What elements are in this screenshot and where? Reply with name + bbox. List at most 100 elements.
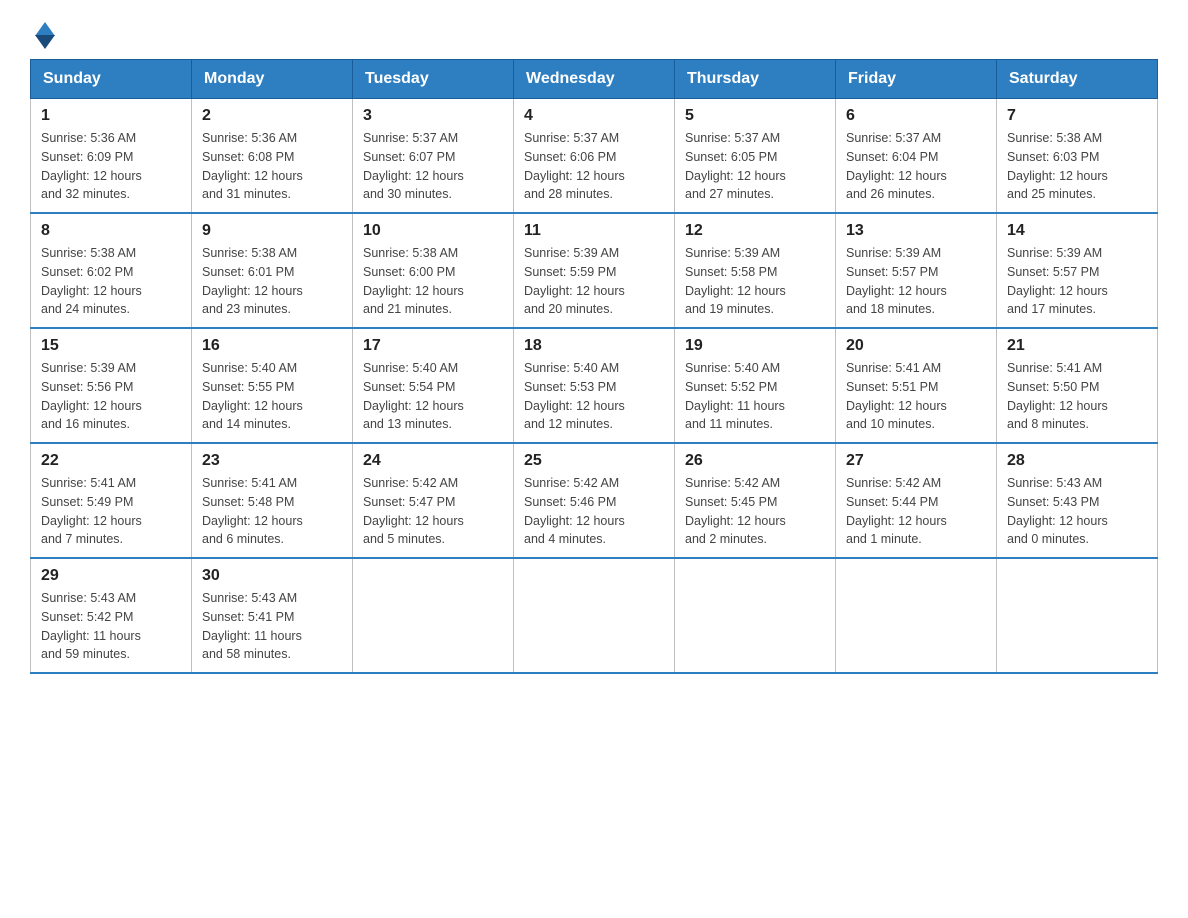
calendar-cell: 20 Sunrise: 5:41 AMSunset: 5:51 PMDayligh… — [836, 328, 997, 443]
day-info: Sunrise: 5:39 AMSunset: 5:57 PMDaylight:… — [1007, 244, 1147, 319]
week-row-1: 1 Sunrise: 5:36 AMSunset: 6:09 PMDaylight… — [31, 99, 1158, 214]
calendar-cell: 10Sunrise: 5:38 AMSunset: 6:00 PMDayligh… — [353, 213, 514, 328]
day-info: Sunrise: 5:42 AMSunset: 5:44 PMDaylight:… — [846, 474, 986, 549]
day-number: 22 — [41, 452, 181, 470]
calendar-cell: 25 Sunrise: 5:42 AMSunset: 5:46 PMDayligh… — [514, 443, 675, 558]
day-number: 12 — [685, 222, 825, 240]
day-info: Sunrise: 5:37 AMSunset: 6:05 PMDaylight:… — [685, 129, 825, 204]
calendar-cell: 12 Sunrise: 5:39 AMSunset: 5:58 PMDayligh… — [675, 213, 836, 328]
day-info: Sunrise: 5:40 AMSunset: 5:53 PMDaylight:… — [524, 359, 664, 434]
weekday-header-friday: Friday — [836, 60, 997, 99]
day-number: 6 — [846, 107, 986, 125]
calendar-cell: 14 Sunrise: 5:39 AMSunset: 5:57 PMDayligh… — [997, 213, 1158, 328]
day-number: 23 — [202, 452, 342, 470]
calendar-cell: 3 Sunrise: 5:37 AMSunset: 6:07 PMDaylight… — [353, 99, 514, 214]
calendar-cell: 13Sunrise: 5:39 AMSunset: 5:57 PMDayligh… — [836, 213, 997, 328]
day-number: 30 — [202, 567, 342, 585]
calendar-cell — [675, 558, 836, 673]
calendar-cell: 16 Sunrise: 5:40 AMSunset: 5:55 PMDayligh… — [192, 328, 353, 443]
page-header — [30, 20, 1158, 49]
day-number: 14 — [1007, 222, 1147, 240]
weekday-header-thursday: Thursday — [675, 60, 836, 99]
week-row-3: 15 Sunrise: 5:39 AMSunset: 5:56 PMDayligh… — [31, 328, 1158, 443]
calendar-table: SundayMondayTuesdayWednesdayThursdayFrid… — [30, 59, 1158, 674]
day-info: Sunrise: 5:41 AMSunset: 5:51 PMDaylight:… — [846, 359, 986, 434]
day-number: 25 — [524, 452, 664, 470]
day-number: 16 — [202, 337, 342, 355]
calendar-cell: 19 Sunrise: 5:40 AMSunset: 5:52 PMDayligh… — [675, 328, 836, 443]
calendar-cell: 23 Sunrise: 5:41 AMSunset: 5:48 PMDayligh… — [192, 443, 353, 558]
day-number: 7 — [1007, 107, 1147, 125]
calendar-cell: 11 Sunrise: 5:39 AMSunset: 5:59 PMDayligh… — [514, 213, 675, 328]
day-info: Sunrise: 5:40 AMSunset: 5:52 PMDaylight:… — [685, 359, 825, 434]
day-number: 28 — [1007, 452, 1147, 470]
calendar-cell — [836, 558, 997, 673]
day-number: 9 — [202, 222, 342, 240]
day-number: 1 — [41, 107, 181, 125]
day-number: 29 — [41, 567, 181, 585]
calendar-cell: 7Sunrise: 5:38 AMSunset: 6:03 PMDaylight… — [997, 99, 1158, 214]
day-info: Sunrise: 5:40 AMSunset: 5:54 PMDaylight:… — [363, 359, 503, 434]
day-info: Sunrise: 5:43 AMSunset: 5:43 PMDaylight:… — [1007, 474, 1147, 549]
day-info: Sunrise: 5:43 AMSunset: 5:41 PMDaylight:… — [202, 589, 342, 664]
day-info: Sunrise: 5:36 AMSunset: 6:08 PMDaylight:… — [202, 129, 342, 204]
day-number: 26 — [685, 452, 825, 470]
day-number: 21 — [1007, 337, 1147, 355]
calendar-cell: 17 Sunrise: 5:40 AMSunset: 5:54 PMDayligh… — [353, 328, 514, 443]
week-row-4: 22 Sunrise: 5:41 AMSunset: 5:49 PMDayligh… — [31, 443, 1158, 558]
day-info: Sunrise: 5:42 AMSunset: 5:47 PMDaylight:… — [363, 474, 503, 549]
calendar-cell: 27 Sunrise: 5:42 AMSunset: 5:44 PMDayligh… — [836, 443, 997, 558]
day-number: 19 — [685, 337, 825, 355]
calendar-cell: 30 Sunrise: 5:43 AMSunset: 5:41 PMDayligh… — [192, 558, 353, 673]
calendar-cell: 24 Sunrise: 5:42 AMSunset: 5:47 PMDayligh… — [353, 443, 514, 558]
day-info: Sunrise: 5:42 AMSunset: 5:45 PMDaylight:… — [685, 474, 825, 549]
logo — [30, 20, 55, 49]
day-number: 24 — [363, 452, 503, 470]
week-row-2: 8 Sunrise: 5:38 AMSunset: 6:02 PMDaylight… — [31, 213, 1158, 328]
calendar-cell: 26 Sunrise: 5:42 AMSunset: 5:45 PMDayligh… — [675, 443, 836, 558]
day-info: Sunrise: 5:41 AMSunset: 5:49 PMDaylight:… — [41, 474, 181, 549]
day-number: 17 — [363, 337, 503, 355]
calendar-cell: 5 Sunrise: 5:37 AMSunset: 6:05 PMDaylight… — [675, 99, 836, 214]
day-info: Sunrise: 5:41 AMSunset: 5:48 PMDaylight:… — [202, 474, 342, 549]
weekday-header-row: SundayMondayTuesdayWednesdayThursdayFrid… — [31, 60, 1158, 99]
day-info: Sunrise: 5:37 AMSunset: 6:07 PMDaylight:… — [363, 129, 503, 204]
calendar-cell: 15 Sunrise: 5:39 AMSunset: 5:56 PMDayligh… — [31, 328, 192, 443]
day-number: 20 — [846, 337, 986, 355]
day-info: Sunrise: 5:36 AMSunset: 6:09 PMDaylight:… — [41, 129, 181, 204]
calendar-cell — [997, 558, 1158, 673]
calendar-cell — [514, 558, 675, 673]
weekday-header-wednesday: Wednesday — [514, 60, 675, 99]
day-number: 11 — [524, 222, 664, 240]
day-info: Sunrise: 5:37 AMSunset: 6:04 PMDaylight:… — [846, 129, 986, 204]
calendar-cell: 9 Sunrise: 5:38 AMSunset: 6:01 PMDaylight… — [192, 213, 353, 328]
day-info: Sunrise: 5:41 AMSunset: 5:50 PMDaylight:… — [1007, 359, 1147, 434]
day-info: Sunrise: 5:39 AMSunset: 5:59 PMDaylight:… — [524, 244, 664, 319]
day-number: 15 — [41, 337, 181, 355]
day-number: 10 — [363, 222, 503, 240]
day-info: Sunrise: 5:42 AMSunset: 5:46 PMDaylight:… — [524, 474, 664, 549]
day-number: 27 — [846, 452, 986, 470]
day-number: 13 — [846, 222, 986, 240]
calendar-cell: 29Sunrise: 5:43 AMSunset: 5:42 PMDayligh… — [31, 558, 192, 673]
weekday-header-tuesday: Tuesday — [353, 60, 514, 99]
day-info: Sunrise: 5:39 AMSunset: 5:56 PMDaylight:… — [41, 359, 181, 434]
day-info: Sunrise: 5:37 AMSunset: 6:06 PMDaylight:… — [524, 129, 664, 204]
day-info: Sunrise: 5:40 AMSunset: 5:55 PMDaylight:… — [202, 359, 342, 434]
day-info: Sunrise: 5:38 AMSunset: 6:01 PMDaylight:… — [202, 244, 342, 319]
calendar-cell: 22 Sunrise: 5:41 AMSunset: 5:49 PMDayligh… — [31, 443, 192, 558]
day-number: 4 — [524, 107, 664, 125]
day-number: 2 — [202, 107, 342, 125]
calendar-cell: 28 Sunrise: 5:43 AMSunset: 5:43 PMDayligh… — [997, 443, 1158, 558]
day-number: 5 — [685, 107, 825, 125]
weekday-header-sunday: Sunday — [31, 60, 192, 99]
day-number: 8 — [41, 222, 181, 240]
weekday-header-monday: Monday — [192, 60, 353, 99]
calendar-cell: 18Sunrise: 5:40 AMSunset: 5:53 PMDayligh… — [514, 328, 675, 443]
weekday-header-saturday: Saturday — [997, 60, 1158, 99]
day-info: Sunrise: 5:38 AMSunset: 6:02 PMDaylight:… — [41, 244, 181, 319]
day-number: 3 — [363, 107, 503, 125]
calendar-cell: 2 Sunrise: 5:36 AMSunset: 6:08 PMDaylight… — [192, 99, 353, 214]
day-info: Sunrise: 5:39 AMSunset: 5:58 PMDaylight:… — [685, 244, 825, 319]
calendar-cell: 8 Sunrise: 5:38 AMSunset: 6:02 PMDaylight… — [31, 213, 192, 328]
